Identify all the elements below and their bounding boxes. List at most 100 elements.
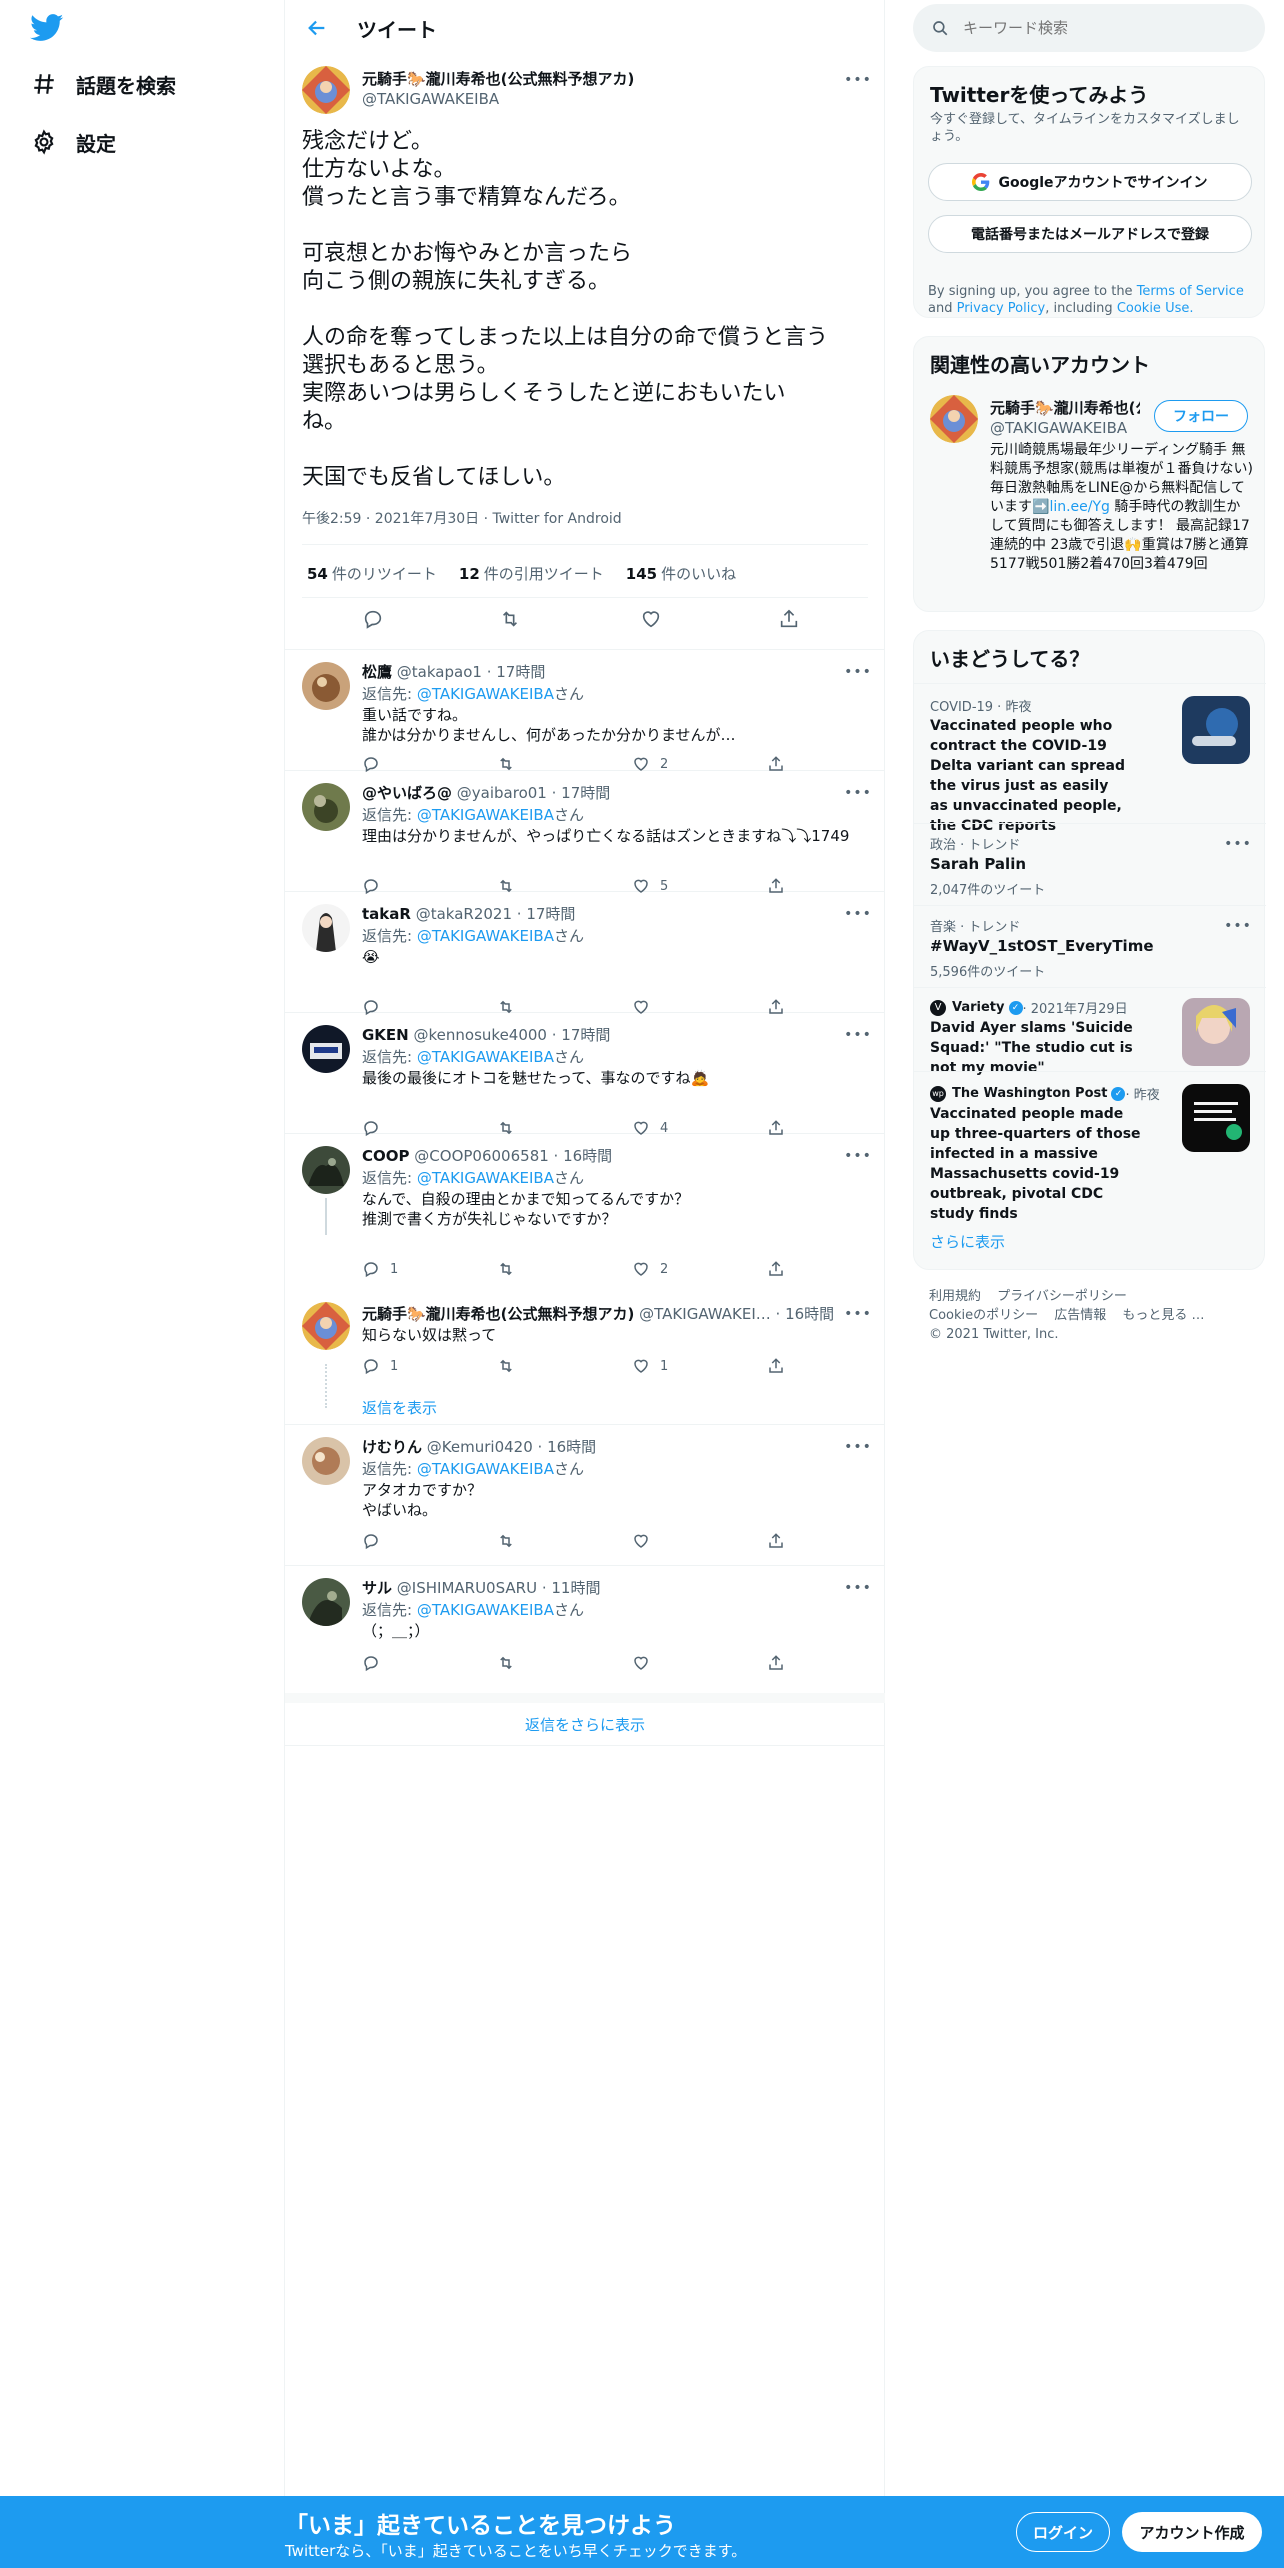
nav-item-explore[interactable]: 話題を検索 bbox=[30, 64, 176, 104]
nav-item-settings[interactable]: 設定 bbox=[30, 122, 116, 162]
banner-subtitle: Twitterなら、「いま」起きていることをいち早くチェックできます。 bbox=[285, 2542, 747, 2560]
more-options-icon[interactable]: ••• bbox=[844, 660, 871, 684]
replying-to: 返信先: @TAKIGAWAKEIBAさん bbox=[362, 1601, 584, 1619]
back-arrow-icon[interactable] bbox=[303, 14, 331, 42]
author-name[interactable]: 元騎手🐎瀧川寿希也(公式無料予想アカ) bbox=[362, 68, 634, 89]
avatar[interactable] bbox=[302, 1025, 350, 1073]
more-options-icon[interactable]: ••• bbox=[844, 1023, 871, 1047]
main-column: ツイート 元騎手🐎瀧川寿希也(公式無料予想アカ) @TAKIGAWAKEIBA … bbox=[285, 0, 885, 2568]
quote-count[interactable]: 12 件の引用ツイート bbox=[459, 563, 604, 584]
avatar[interactable] bbox=[302, 1146, 350, 1194]
tweet-timestamp[interactable]: 午後2:59 · 2021年7月30日 · Twitter for Androi… bbox=[302, 508, 622, 528]
more-options-icon[interactable]: ••• bbox=[844, 1435, 871, 1459]
reply-tweet[interactable]: けむりん @Kemuri0420 · 16時間 ••• 返信先: @TAKIGA… bbox=[285, 1425, 885, 1566]
retweet-icon[interactable] bbox=[496, 1260, 526, 1278]
bio-link[interactable]: lin.ee/Yg bbox=[1049, 499, 1109, 515]
retweet-count[interactable]: 54 件のリツイート bbox=[307, 563, 437, 584]
share-icon[interactable] bbox=[767, 1260, 795, 1278]
more-options-icon[interactable]: ••• bbox=[1224, 832, 1251, 856]
reply-tweet[interactable]: サル @ISHIMARU0SARU · 11時間 ••• 返信先: @TAKIG… bbox=[285, 1566, 885, 1693]
reply-text: 最後の最後にオトコを魅せたって、事なのですね🙇 bbox=[362, 1069, 710, 1087]
avatar[interactable] bbox=[302, 1302, 350, 1350]
like-heart-icon[interactable] bbox=[632, 1532, 660, 1550]
like-heart-icon[interactable] bbox=[639, 607, 663, 631]
like-heart-icon[interactable]: 1 bbox=[632, 1357, 668, 1375]
share-icon[interactable] bbox=[767, 1654, 795, 1672]
nav-item-label: 話題を検索 bbox=[76, 73, 176, 98]
more-options-icon[interactable]: ••• bbox=[844, 1302, 871, 1326]
retweet-icon[interactable] bbox=[496, 1357, 526, 1375]
trend-image bbox=[1182, 696, 1250, 764]
footer-link[interactable]: プライバシーポリシー bbox=[997, 1289, 1127, 1304]
reply-tweet[interactable]: @やいばろ@ @yaibaro01 · 17時間 ••• 返信先: @TAKIG… bbox=[285, 771, 885, 895]
footer-link[interactable]: Cookieのポリシー bbox=[929, 1308, 1038, 1323]
retweet-icon[interactable] bbox=[498, 607, 522, 631]
avatar[interactable] bbox=[302, 904, 350, 952]
tweet-action-bar bbox=[285, 607, 885, 639]
related-account-name[interactable]: 元騎手🐎瀧川寿希也(公 bbox=[990, 397, 1140, 418]
search-input[interactable] bbox=[963, 16, 1243, 40]
google-signin-button[interactable]: Googleアカウントでサインイン bbox=[928, 163, 1252, 201]
footer-link[interactable]: 広告情報 bbox=[1054, 1308, 1106, 1323]
footer-link[interactable]: 利用規約 bbox=[929, 1289, 981, 1304]
share-icon[interactable] bbox=[767, 1532, 795, 1550]
tweet-stats: 54 件のリツイート 12 件の引用ツイート 145 件のいいね bbox=[307, 563, 736, 584]
more-options-icon[interactable]: ••• bbox=[844, 1576, 871, 1600]
reply-icon[interactable]: 1 bbox=[362, 1357, 398, 1375]
author-handle[interactable]: @TAKIGAWAKEIBA bbox=[362, 90, 499, 108]
related-account-handle[interactable]: @TAKIGAWAKEIBA bbox=[990, 419, 1127, 437]
tweet-text: 残念だけど。 仕方ないよな。 償ったと言う事で精算なんだろ。 可哀想とかお悔やみ… bbox=[302, 129, 829, 490]
like-heart-icon[interactable] bbox=[632, 1654, 660, 1672]
show-more-replies-button[interactable]: 返信をさらに表示 bbox=[285, 1693, 885, 1746]
phone-email-signup-button[interactable]: 電話番号またはメールアドレスで登録 bbox=[928, 215, 1252, 253]
reply-text: なんで、自殺の理由とかまで知ってるんですか？ 推測で書く方が失礼じゃないですか？ bbox=[362, 1190, 690, 1228]
retweet-icon[interactable] bbox=[496, 1532, 526, 1550]
share-icon[interactable] bbox=[767, 1357, 795, 1375]
avatar[interactable] bbox=[302, 783, 350, 831]
more-options-icon[interactable]: ••• bbox=[844, 902, 871, 926]
replying-to: 返信先: @TAKIGAWAKEIBAさん bbox=[362, 1048, 584, 1066]
more-options-icon[interactable]: ••• bbox=[844, 1144, 871, 1168]
trend-item[interactable]: wp The Washington Post ✓ · 昨夜 Vaccinated… bbox=[914, 1071, 1266, 1222]
reply-icon[interactable]: 1 bbox=[362, 1260, 398, 1278]
reply-action-bar bbox=[362, 1532, 783, 1552]
reply-icon[interactable] bbox=[361, 607, 385, 631]
avatar[interactable] bbox=[302, 1437, 350, 1485]
terms-link[interactable]: Terms of Service bbox=[1137, 284, 1244, 299]
more-options-icon[interactable]: ••• bbox=[1224, 914, 1251, 938]
footer-link[interactable]: もっと見る … bbox=[1122, 1308, 1204, 1323]
replying-to: 返信先: @TAKIGAWAKEIBAさん bbox=[362, 685, 584, 703]
reply-tweet[interactable]: GKEN @kennosuke4000 · 17時間 ••• 返信先: @TAK… bbox=[285, 1013, 885, 1137]
trend-item[interactable]: 政治 · トレンド Sarah Palin 2,047件のツイート ••• bbox=[914, 823, 1266, 905]
show-more-trends-link[interactable]: さらに表示 bbox=[930, 1231, 1005, 1252]
create-account-button[interactable]: アカウント作成 bbox=[1122, 2512, 1262, 2552]
more-options-icon[interactable]: ••• bbox=[844, 68, 871, 92]
privacy-link[interactable]: Privacy Policy bbox=[957, 301, 1046, 316]
trend-item[interactable]: V Variety ✓ · 2021年7月29日 David Ayer slam… bbox=[914, 987, 1266, 1076]
avatar[interactable] bbox=[930, 395, 978, 443]
avatar[interactable] bbox=[302, 66, 350, 114]
avatar[interactable] bbox=[302, 1578, 350, 1626]
search-icon bbox=[931, 19, 949, 41]
trend-item[interactable]: 音楽 · トレンド #WayV_1stOST_EveryTime 5,596件の… bbox=[914, 905, 1266, 987]
divider bbox=[302, 544, 868, 545]
show-replies-link[interactable]: 返信を表示 bbox=[362, 1397, 437, 1418]
avatar[interactable] bbox=[302, 662, 350, 710]
more-options-icon[interactable]: ••• bbox=[844, 781, 871, 805]
reply-icon[interactable] bbox=[362, 1532, 390, 1550]
like-count[interactable]: 145 件のいいね bbox=[626, 563, 736, 584]
footer-links: 利用規約 プライバシーポリシー Cookieのポリシー 広告情報 もっと見る …… bbox=[929, 1287, 1259, 1344]
search-box[interactable] bbox=[913, 4, 1265, 52]
reply-tweet[interactable]: takaR @takaR2021 · 17時間 ••• 返信先: @TAKIGA… bbox=[285, 892, 885, 1016]
reply-tweet[interactable]: 松鷹 @takapao1 · 17時間 ••• 返信先: @TAKIGAWAKE… bbox=[285, 650, 885, 773]
share-icon[interactable] bbox=[777, 607, 801, 631]
trend-item[interactable]: COVID-19 · 昨夜 Vaccinated people who cont… bbox=[914, 683, 1266, 834]
reply-icon[interactable] bbox=[362, 1654, 390, 1672]
like-heart-icon[interactable]: 2 bbox=[632, 1260, 668, 1278]
cookie-link[interactable]: Cookie Use. bbox=[1117, 301, 1194, 316]
retweet-icon[interactable] bbox=[496, 1654, 526, 1672]
login-button[interactable]: ログイン bbox=[1016, 2512, 1110, 2552]
trend-image bbox=[1182, 1084, 1250, 1152]
twitter-logo-icon[interactable] bbox=[30, 14, 64, 42]
follow-button[interactable]: フォロー bbox=[1154, 400, 1248, 432]
